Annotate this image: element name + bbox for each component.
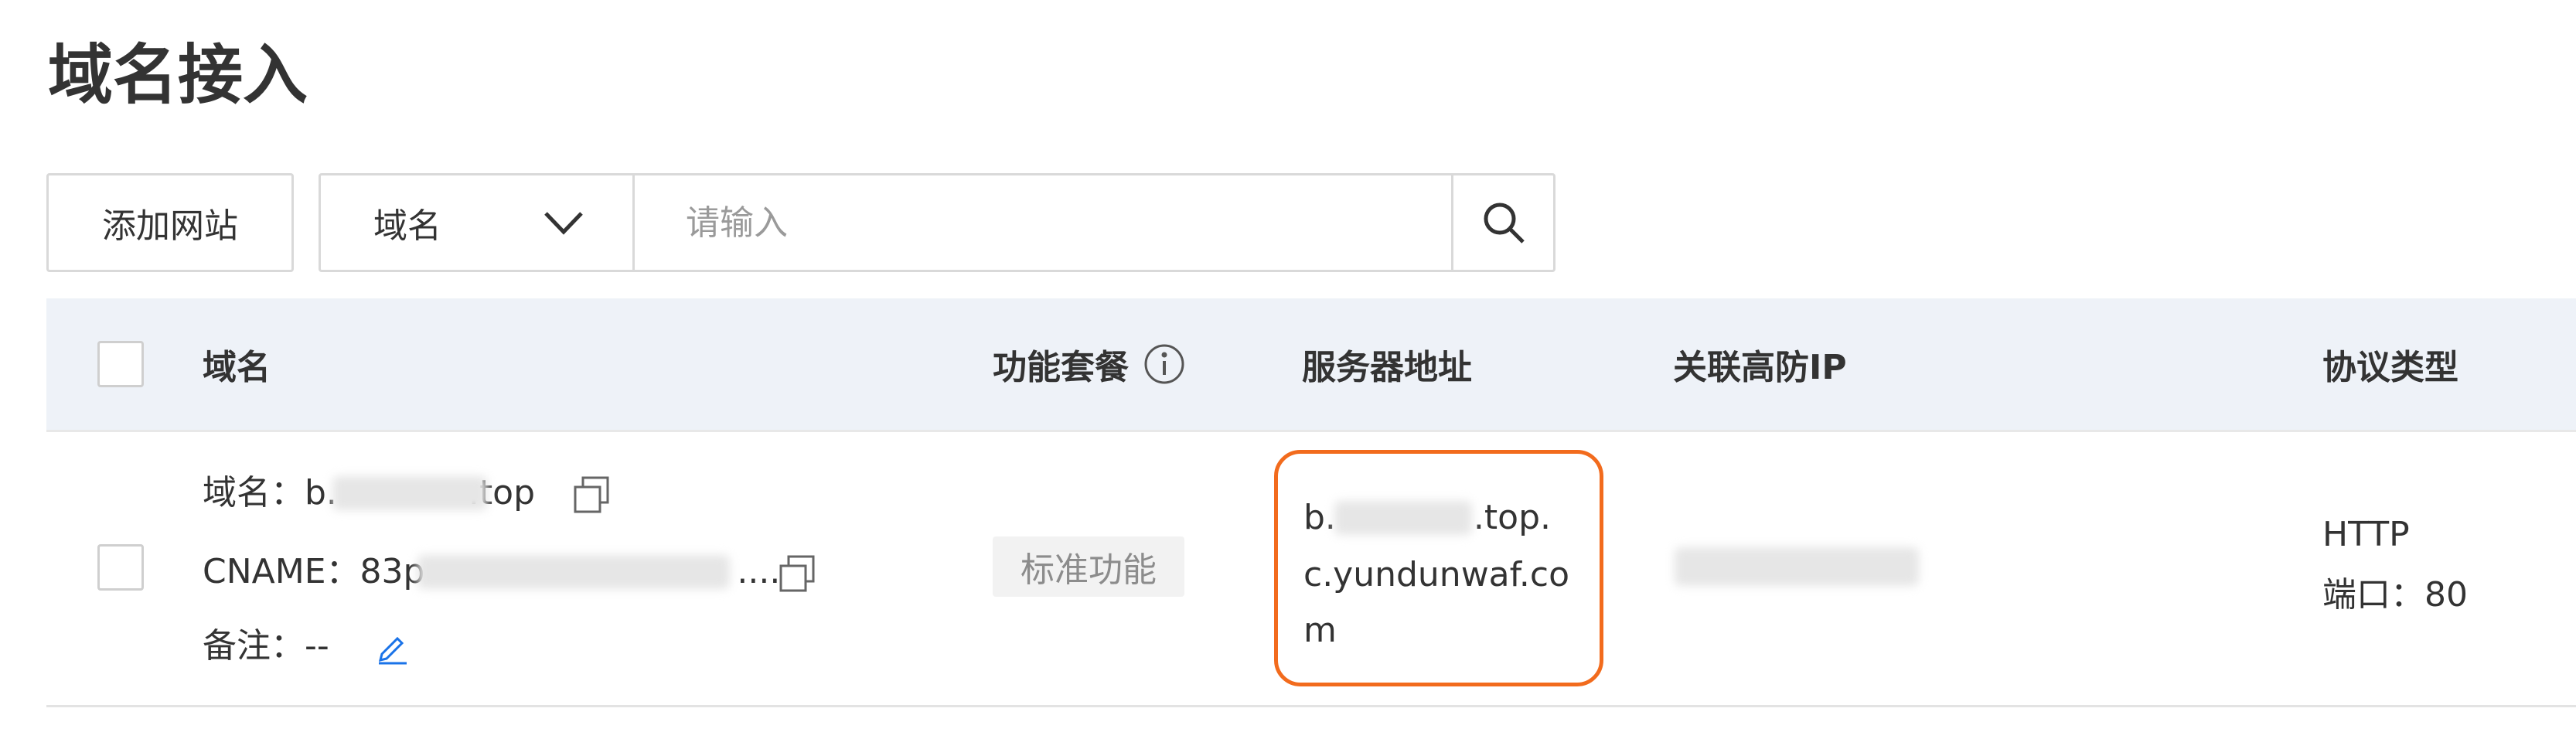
cname-prefix: CNAME： — [203, 552, 360, 591]
column-header-plan: 功能套餐 — [993, 298, 1186, 430]
table-header: 域名 功能套餐 服务器地址 关联高防IP 协议类型 — [46, 298, 2576, 430]
select-all-checkbox[interactable] — [97, 341, 144, 387]
column-header-plan-label: 功能套餐 — [993, 348, 1129, 387]
search-group: 域名 — [319, 173, 1555, 272]
linked-ip-redaction — [1675, 547, 1919, 586]
header-divider — [46, 430, 2576, 432]
cname-start: 83p — [359, 552, 425, 591]
search-icon — [1484, 203, 1525, 243]
protocol-value: HTTP — [2322, 515, 2410, 554]
row-checkbox[interactable] — [97, 544, 144, 591]
server-address-redaction — [1334, 501, 1472, 535]
domain-prefix: 域名： — [203, 473, 305, 513]
remark-value: -- — [305, 626, 329, 666]
cname-redaction — [417, 555, 730, 589]
server-address-start: b. — [1303, 498, 1336, 537]
search-input[interactable] — [635, 175, 1451, 270]
copy-domain-icon[interactable] — [571, 473, 614, 516]
search-field-select[interactable]: 域名 — [321, 175, 635, 270]
port-label: 端口： — [2322, 575, 2424, 615]
server-address-end: .top. — [1473, 498, 1551, 537]
copy-cname-icon[interactable] — [776, 552, 819, 595]
column-header-protocol: 协议类型 — [2322, 348, 2458, 387]
edit-remark-icon[interactable] — [374, 628, 411, 665]
add-website-button[interactable]: 添加网站 — [46, 173, 294, 272]
cname-end: .... — [737, 552, 781, 591]
server-address-line-2: c.yundunwaf.co — [1303, 555, 1570, 594]
row-divider — [46, 705, 2576, 707]
remark-prefix: 备注： — [203, 626, 305, 666]
plan-tag: 标准功能 — [993, 536, 1184, 597]
search-button[interactable] — [1451, 175, 1553, 270]
chevron-down-icon — [544, 212, 583, 235]
port-value: 80 — [2424, 575, 2468, 615]
column-header-domain: 域名 — [203, 348, 271, 387]
page-title: 域名接入 — [48, 37, 308, 113]
column-header-server-address: 服务器地址 — [1302, 348, 1472, 387]
info-icon[interactable] — [1143, 342, 1186, 386]
domain-redaction — [332, 476, 487, 510]
remark-line: 备注：-- — [203, 625, 329, 668]
page: 域名接入 添加网站 域名 域名 功能套餐 服务器 — [0, 0, 2576, 739]
server-address-line-3: m — [1303, 611, 1337, 650]
column-header-linked-ip: 关联高防IP — [1673, 348, 1847, 387]
search-field-selected: 域名 — [373, 206, 441, 246]
port-line: 端口：80 — [2322, 574, 2468, 617]
